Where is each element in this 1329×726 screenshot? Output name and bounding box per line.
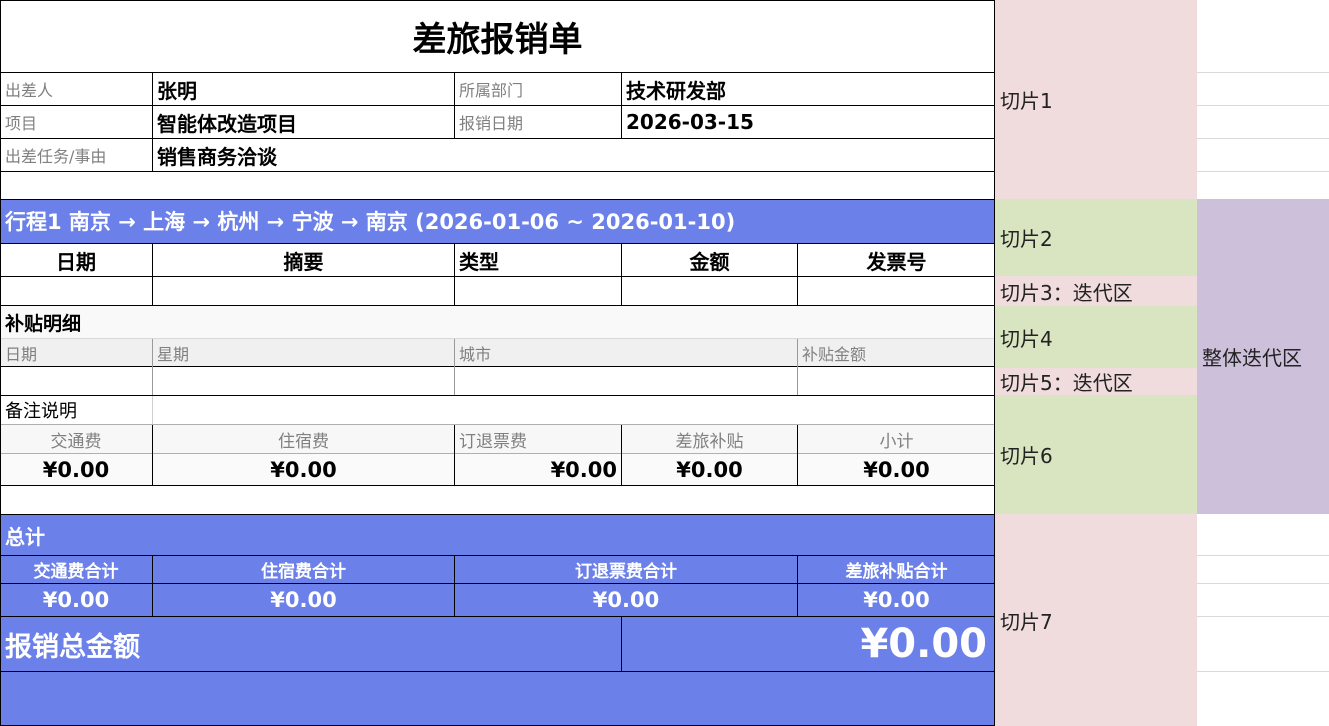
date-label: 报销日期 (459, 114, 524, 133)
traveler-label: 出差人 (5, 81, 54, 100)
subtotal-label-ticket: 订退票费 (459, 431, 527, 452)
form-title: 差旅报销单 (412, 20, 583, 60)
total-label-ticket: 订退票费合计 (575, 562, 677, 582)
total-value-transport: ¥0.00 (42, 588, 110, 612)
slice-1: 切片1 (995, 0, 1197, 199)
traveler-value[interactable]: 张明 (153, 73, 453, 105)
total-value-hotel: ¥0.00 (270, 588, 337, 612)
task-value[interactable]: 销售商务洽谈 (153, 139, 993, 171)
trip-col-type: 类型 (459, 249, 499, 274)
trip-col-invoice: 发票号 (866, 249, 927, 274)
subtotal-value-sum: ¥0.00 (863, 457, 930, 482)
trip-row-summary-input[interactable] (153, 277, 454, 305)
project-value[interactable]: 智能体改造项目 (153, 106, 453, 138)
total-value-ticket: ¥0.00 (592, 588, 660, 612)
slice-6: 切片6 (995, 395, 1197, 514)
total-title: 总计 (5, 524, 45, 549)
trip-row-type-input[interactable] (455, 277, 621, 305)
note-input[interactable] (153, 396, 994, 424)
trip-row-invoice-input[interactable] (798, 277, 994, 305)
slice-5: 切片5：迭代区 (995, 368, 1197, 395)
subtotal-value-allowance: ¥0.00 (676, 457, 743, 482)
subsidy-row-amount-input[interactable] (798, 367, 994, 395)
project-label: 项目 (5, 114, 38, 133)
grand-total-value: ¥0.00 (860, 621, 987, 667)
subsidy-col-date: 日期 (5, 344, 38, 364)
subsidy-col-weekday: 星期 (157, 344, 190, 364)
subsidy-col-city: 城市 (459, 344, 492, 364)
trip-col-date: 日期 (56, 249, 96, 274)
subtotal-value-ticket: ¥0.00 (550, 457, 617, 482)
trip-col-amount: 金额 (689, 249, 730, 274)
subtotal-label-sum: 小计 (879, 431, 914, 452)
subtotal-label-transport: 交通费 (50, 431, 102, 452)
subsidy-title: 补贴明细 (5, 312, 82, 335)
subtotal-label-hotel: 住宿费 (278, 431, 329, 452)
total-label-allowance: 差旅补贴合计 (845, 562, 948, 582)
trip-row-amount-input[interactable] (622, 277, 797, 305)
whole-iteration-zone: 整体迭代区 (1197, 199, 1329, 514)
department-label: 所属部门 (459, 81, 524, 100)
subsidy-col-amount: 补贴金额 (802, 344, 867, 364)
trip-col-summary: 摘要 (283, 249, 324, 274)
subtotal-value-transport: ¥0.00 (42, 457, 110, 482)
trip-row-date-input[interactable] (1, 277, 152, 305)
total-label-hotel: 住宿费合计 (261, 562, 346, 582)
subsidy-row-date-input[interactable] (1, 367, 152, 395)
slice-4: 切片4 (995, 306, 1197, 368)
department-value[interactable]: 技术研发部 (622, 73, 994, 105)
subsidy-row-weekday-input[interactable] (153, 367, 454, 395)
total-value-allowance: ¥0.00 (863, 588, 930, 612)
note-label: 备注说明 (5, 401, 77, 422)
subtotal-label-allowance: 差旅补贴 (675, 431, 744, 452)
total-label-transport: 交通费合计 (33, 562, 119, 582)
slice-3: 切片3：迭代区 (995, 276, 1197, 306)
subtotal-value-hotel: ¥0.00 (270, 457, 337, 482)
date-value[interactable]: 2026-03-15 (622, 106, 994, 138)
slice-7: 切片7 (995, 514, 1197, 726)
trip-header: 行程1 南京 → 上海 → 杭州 → 宁波 → 南京 (2026-01-06 ~… (5, 210, 736, 234)
task-label: 出差任务/事由 (5, 147, 107, 166)
grand-total-label: 报销总金额 (5, 631, 140, 663)
slice-2: 切片2 (995, 199, 1197, 276)
subsidy-row-city-input[interactable] (455, 367, 797, 395)
